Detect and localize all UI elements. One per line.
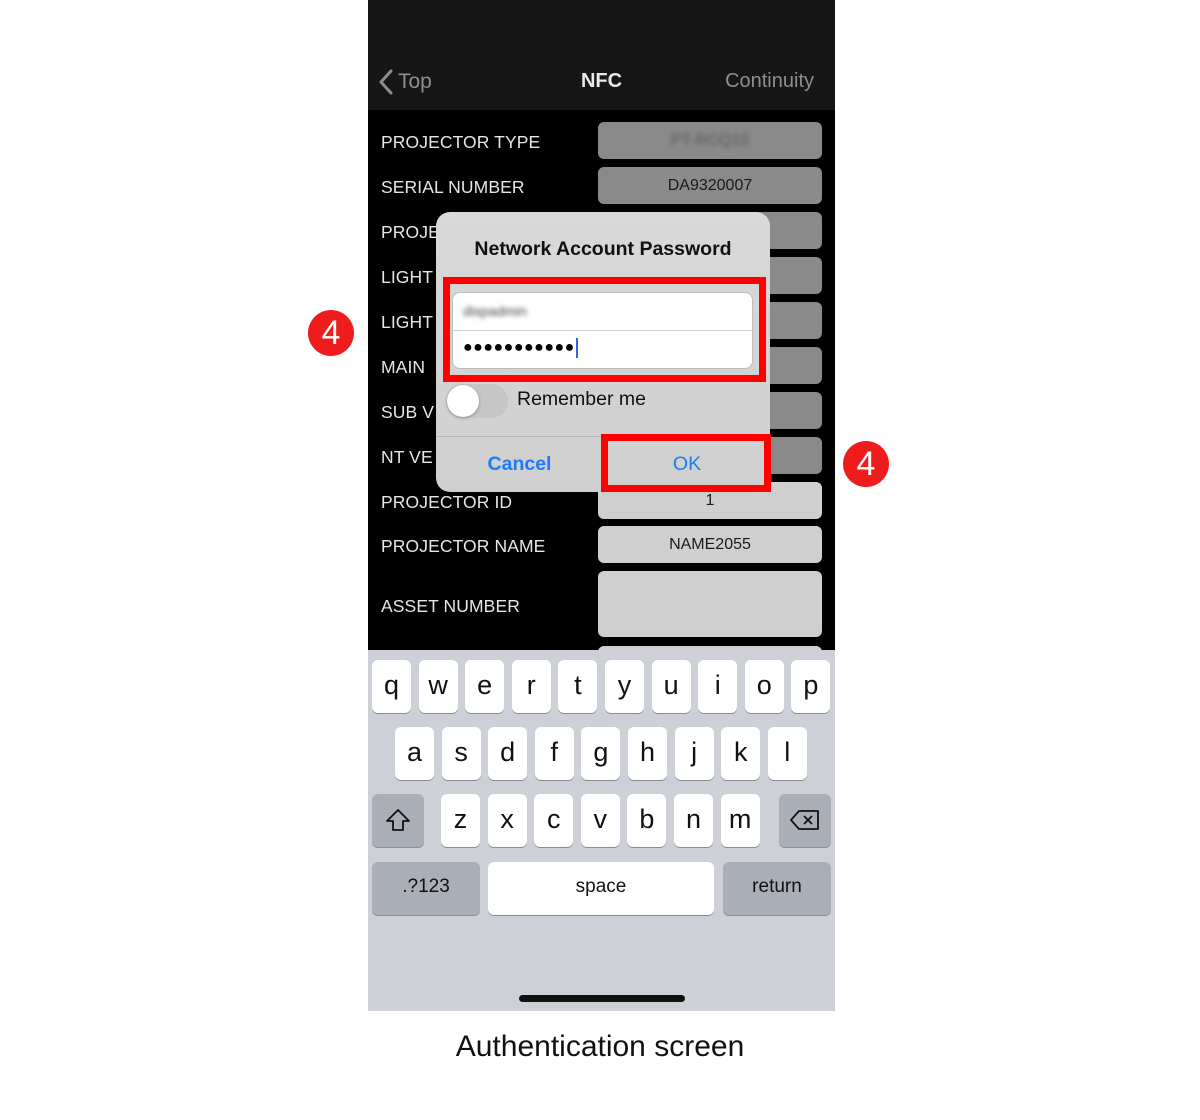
key-g[interactable]: g: [581, 727, 621, 780]
text-caret: [575, 338, 578, 358]
key-l[interactable]: l: [767, 727, 807, 780]
return-key[interactable]: return: [723, 862, 831, 915]
toggle-knob: [447, 385, 479, 417]
key-e[interactable]: e: [465, 660, 505, 713]
key-u[interactable]: u: [651, 660, 691, 713]
key-s[interactable]: s: [441, 727, 481, 780]
caption: Authentication screen: [455, 1030, 745, 1063]
field-label: SUB V: [381, 402, 435, 422]
back-button[interactable]: Top: [378, 66, 432, 98]
field-label: NT VE: [381, 447, 433, 467]
key-c[interactable]: c: [534, 794, 574, 847]
phone-screen: Top NFC Continuity PROJECTOR TYPE PT-RCQ…: [368, 0, 835, 1011]
key-w[interactable]: w: [418, 660, 458, 713]
navigation-bar: Top NFC Continuity: [368, 0, 835, 110]
field-value[interactable]: [598, 571, 822, 637]
ok-button[interactable]: OK: [604, 437, 770, 492]
key-t[interactable]: t: [558, 660, 598, 713]
key-a[interactable]: a: [395, 727, 434, 780]
field-label: ASSET NUMBER: [381, 596, 520, 616]
field-label: PROJECTOR ID: [381, 492, 513, 512]
key-q[interactable]: q: [372, 660, 411, 713]
chevron-left-icon: [379, 69, 393, 95]
field-label: MAIN: [381, 357, 426, 377]
field-label: PROJECTOR NAME: [381, 536, 546, 556]
shift-key[interactable]: [372, 794, 424, 847]
keyboard: qwertyuiop asdfghjkl zxcvbnm .?123 space…: [368, 650, 835, 1011]
password-value: ●●●●●●●●●●●: [463, 339, 575, 357]
field-value[interactable]: DA9320007: [598, 167, 822, 204]
key-z[interactable]: z: [441, 794, 480, 847]
step-badge: 4: [308, 310, 354, 356]
key-i[interactable]: i: [698, 660, 738, 713]
key-n[interactable]: n: [674, 794, 713, 847]
remember-me-label: Remember me: [517, 388, 646, 410]
key-p[interactable]: p: [791, 660, 831, 713]
key-v[interactable]: v: [580, 794, 620, 847]
key-y[interactable]: y: [605, 660, 644, 713]
home-indicator[interactable]: [519, 995, 685, 1002]
field-label: LIGHT: [381, 312, 434, 332]
key-b[interactable]: b: [627, 794, 667, 847]
key-j[interactable]: j: [674, 727, 714, 780]
key-r[interactable]: r: [511, 660, 551, 713]
key-f[interactable]: f: [534, 727, 574, 780]
field-label: SERIAL NUMBER: [381, 177, 525, 197]
numbers-key[interactable]: .?123: [372, 862, 480, 915]
back-label: Top: [398, 70, 432, 93]
field-label: PROJECTOR TYPE: [381, 132, 541, 152]
field-label: LIGHT: [381, 267, 434, 287]
remember-me-toggle[interactable]: [446, 384, 508, 418]
key-h[interactable]: h: [628, 727, 667, 780]
cancel-button[interactable]: Cancel: [436, 437, 603, 492]
continuity-button[interactable]: Continuity: [725, 70, 814, 93]
field-value[interactable]: NAME2055: [598, 526, 822, 563]
password-dialog: Network Account Password dispadmin ●●●●●…: [436, 212, 770, 492]
username-value: dispadmin: [463, 303, 527, 319]
key-x[interactable]: x: [487, 794, 527, 847]
nav-title: NFC: [580, 70, 623, 92]
username-field[interactable]: dispadmin: [453, 293, 752, 331]
delete-icon: [790, 810, 819, 830]
key-o[interactable]: o: [744, 660, 784, 713]
key-m[interactable]: m: [720, 794, 760, 847]
credential-fields: dispadmin ●●●●●●●●●●●: [452, 292, 753, 369]
key-k[interactable]: k: [721, 727, 761, 780]
field-value[interactable]: PT-RCQ10: [598, 122, 822, 159]
delete-key[interactable]: [779, 794, 831, 847]
key-d[interactable]: d: [488, 727, 528, 780]
dialog-title: Network Account Password: [474, 238, 732, 260]
password-field[interactable]: ●●●●●●●●●●●: [453, 331, 752, 368]
shift-icon: [386, 809, 410, 831]
space-key[interactable]: space: [488, 862, 714, 915]
step-badge: 4: [843, 441, 889, 487]
